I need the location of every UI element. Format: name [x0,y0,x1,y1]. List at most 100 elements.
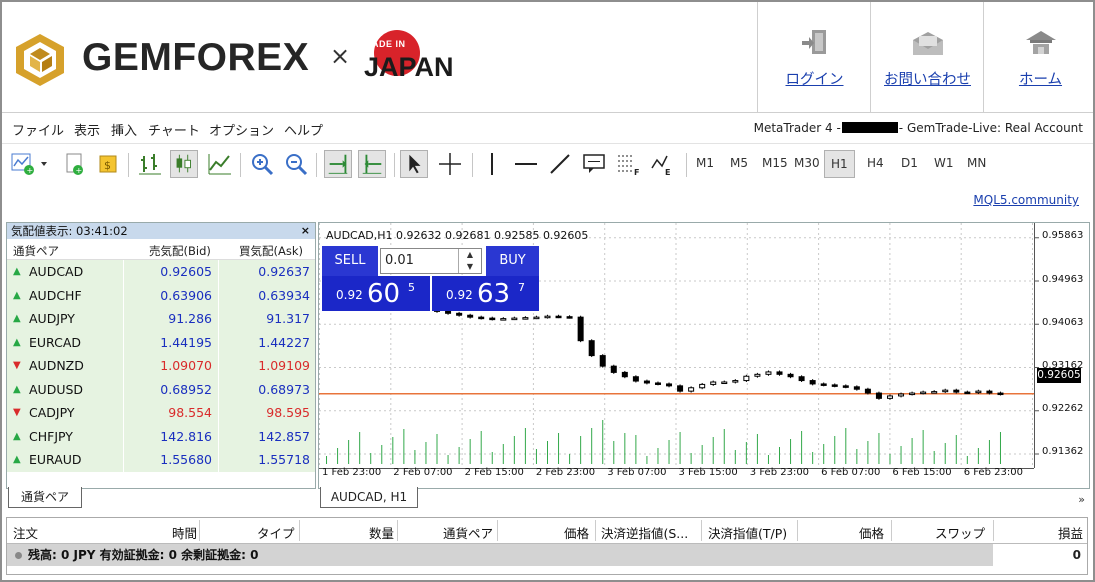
candle-bearish [467,314,474,318]
candle-bullish [699,383,706,389]
mql5-community-link[interactable]: MQL5.community [973,193,1079,207]
column-ask[interactable]: 買気配(Ask) [239,243,303,259]
candle-bearish [776,371,783,375]
chevron-up-icon[interactable]: ▲ [459,249,481,261]
fibonacci-icon[interactable]: F [614,150,642,178]
new-chart-icon[interactable]: + [10,150,50,178]
line-chart-icon[interactable] [206,150,234,178]
lot-spinner[interactable]: ▲ ▼ [458,249,481,273]
column-profit[interactable]: 損益 [1058,523,1083,542]
login-link[interactable]: ログイン [758,68,871,89]
symbol-name: AUDUSD [29,381,84,397]
trendline-icon[interactable] [546,150,574,178]
menu-view[interactable]: 表示 [74,120,100,139]
market-watch-row[interactable]: ▲ AUDJPY 91.286 91.317 [7,307,315,331]
candle-bullish [511,317,518,321]
market-watch-row[interactable]: ▼ AUDNZD 1.09070 1.09109 [7,354,315,378]
menu-file[interactable]: ファイル [12,120,64,139]
lot-size-input[interactable]: 0.01 ▲ ▼ [380,248,482,274]
tab-symbols[interactable]: 通貨ペア [8,487,82,508]
timeframe-m15[interactable]: M15 [762,156,788,170]
cursor-arrow-icon[interactable] [400,150,428,178]
chevron-down-icon[interactable]: ▼ [459,261,481,273]
timeframe-m30[interactable]: M30 [794,156,820,170]
candle-bullish [721,381,728,385]
chart-shift-icon[interactable] [358,150,386,178]
auto-scroll-icon[interactable] [324,150,352,178]
nav-home[interactable]: ホーム [983,2,1095,112]
x-tick-label: 6 Feb 07:00 [821,467,881,478]
menu-insert[interactable]: 挿入 [111,120,137,139]
candle-bearish [853,386,860,390]
candlestick-chart-icon[interactable] [170,150,198,178]
crosshair-icon[interactable] [436,150,464,178]
column-divider [497,520,498,541]
bar-chart-icon[interactable] [136,150,164,178]
timeframe-h1[interactable]: H1 [824,150,855,178]
timeframe-m1[interactable]: M1 [696,156,714,170]
column-time[interactable]: 時間 [172,523,197,542]
shapes-icon[interactable]: E [648,150,676,178]
nav-contact[interactable]: お問い合わせ [870,2,984,112]
horizontal-line-icon[interactable] [512,150,540,178]
contact-link[interactable]: お問い合わせ [871,68,984,89]
column-stop-loss[interactable]: 決済逆指値(S... [601,523,688,542]
column-size[interactable]: 数量 [369,523,394,542]
ask-value: 1.09109 [258,358,310,373]
vertical-line-icon[interactable] [478,150,506,178]
tab-chart-audcad[interactable]: AUDCAD, H1 [320,487,418,508]
timeframe-d1[interactable]: D1 [901,156,918,170]
toolbar: + + $ F E M1 M5 M15 M30 H1 H4 D1 W1 MN [2,145,1093,185]
bid-value: 0.68952 [160,381,212,397]
candle-bearish [643,380,650,384]
zoom-in-icon[interactable] [248,150,276,178]
column-divider [199,520,200,541]
profit-total: 0 [1072,548,1081,562]
bid-cell: 142.816 [123,424,218,448]
candle-bullish [942,389,949,393]
candle-bearish [588,340,595,357]
market-watch-row[interactable]: ▲ AUDCAD 0.92605 0.92637 [7,260,315,284]
buy-quote[interactable]: 0.92 63 7 [432,276,539,311]
market-watch-row[interactable]: ▲ AUDUSD 0.68952 0.68973 [7,377,315,401]
profiles-icon[interactable]: $ [94,150,122,178]
timeframe-w1[interactable]: W1 [934,156,954,170]
timeframe-h4[interactable]: H4 [867,156,884,170]
column-symbol[interactable]: 通貨ペア [443,523,493,542]
menu-options[interactable]: オプション [209,120,274,139]
market-watch-row[interactable]: ▲ EURCAD 1.44195 1.44227 [7,330,315,354]
menu-bar: ファイル 表示 挿入 チャート オプション ヘルプ MetaTrader 4 -… [2,113,1093,144]
zoom-out-icon[interactable] [282,150,310,178]
column-price-current[interactable]: 価格 [859,523,884,542]
column-symbol[interactable]: 通貨ペア [13,243,59,259]
tab-scroll-icon[interactable]: » [1078,493,1085,506]
ask-cell: 1.44227 [218,330,315,354]
buy-button[interactable]: BUY [486,246,539,276]
candle-bullish [522,317,529,320]
sell-quote[interactable]: 0.92 60 5 [322,276,432,311]
column-take-profit[interactable]: 決済指値(T/P) [708,523,787,542]
market-watch-row[interactable]: ▼ CADJPY 98.554 98.595 [7,401,315,425]
column-swap[interactable]: スワップ [935,523,985,542]
sell-button[interactable]: SELL [322,246,378,276]
home-link[interactable]: ホーム [984,68,1095,89]
nav-login[interactable]: ログイン [757,2,871,112]
column-bid[interactable]: 売気配(Bid) [149,243,211,259]
candle-bearish [842,385,849,388]
menu-help[interactable]: ヘルプ [284,120,323,139]
market-watch-row[interactable]: ▲ AUDCHF 0.63906 0.63934 [7,283,315,307]
new-document-icon[interactable]: + [60,150,88,178]
menu-chart[interactable]: チャート [148,120,200,139]
column-order[interactable]: 注文 [13,523,38,542]
market-watch-row[interactable]: ▲ EURAUD 1.55680 1.55718 [7,448,315,472]
column-type[interactable]: タイプ [257,523,295,542]
timeframe-mn[interactable]: MN [967,156,986,170]
column-price[interactable]: 価格 [564,523,589,542]
timeframe-m5[interactable]: M5 [730,156,748,170]
market-watch-row[interactable]: ▲ CHFJPY 142.816 142.857 [7,424,315,448]
text-label-icon[interactable] [580,150,608,178]
close-icon[interactable]: × [301,223,310,239]
column-divider [797,520,798,541]
candle-bullish [886,395,893,399]
ask-value: 142.857 [258,428,310,444]
